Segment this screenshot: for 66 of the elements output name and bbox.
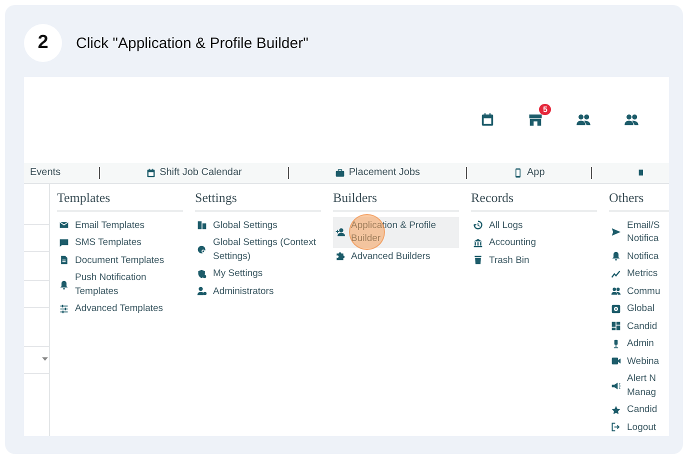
menu-item[interactable]: All Logs (471, 216, 597, 234)
menu-item[interactable]: Alert N Manag (609, 370, 669, 401)
menu-item[interactable]: Push Notification Templates (57, 269, 183, 300)
history-icon (473, 220, 483, 230)
bell-icon (59, 280, 69, 290)
menu-item[interactable]: Accounting (471, 234, 597, 252)
shield-icon (197, 268, 207, 279)
calendar-icon (146, 168, 156, 178)
menu-item[interactable]: Application & Profile Builder (333, 216, 459, 248)
store-icon[interactable] (528, 112, 542, 128)
logout-icon (611, 422, 621, 432)
video-icon (611, 356, 621, 366)
add-user-icon (335, 227, 345, 237)
nav-link[interactable]: Events (24, 167, 99, 178)
menu-item[interactable]: Advanced Templates (57, 300, 183, 318)
column-heading: Others (609, 190, 669, 212)
sliders-icon (59, 304, 69, 314)
menu-item[interactable]: Admin (609, 335, 669, 352)
menu-item[interactable]: Global (609, 300, 669, 318)
chart-icon (611, 268, 621, 279)
step-number: 2 (24, 24, 62, 62)
menu-item[interactable]: SMS Templates (57, 234, 183, 252)
send-icon (611, 227, 621, 237)
calendar-icon[interactable] (480, 112, 494, 128)
menu-item[interactable]: Email/S Notifica (609, 216, 669, 248)
menu-item[interactable]: Document Templates (57, 252, 183, 269)
notification-badge: 5 (539, 104, 552, 116)
briefcase-icon (334, 168, 345, 178)
mail-icon (59, 220, 69, 230)
document-icon (59, 255, 69, 266)
dashboard-icon (611, 321, 621, 332)
column-heading: Templates (57, 190, 183, 212)
trash-icon (473, 255, 483, 266)
menu-item[interactable]: Global Settings (Context Settings) (195, 234, 321, 265)
bell-icon (611, 251, 621, 262)
menu-item[interactable]: Candid (609, 318, 669, 335)
people-icon (611, 286, 621, 296)
building-icon (197, 220, 207, 230)
menu-item[interactable]: Global Settings (195, 216, 321, 234)
phone-icon (513, 168, 524, 178)
puzzle-icon (335, 251, 345, 262)
step-instruction: Click "Application & Profile Builder" (76, 34, 308, 52)
star-icon (611, 404, 621, 415)
nav-link[interactable]: Shift Job Calendar (100, 167, 288, 178)
menu-item[interactable]: Advanced Builders (333, 248, 459, 265)
menu-item[interactable]: Webina (609, 352, 669, 370)
menu-item[interactable]: Metrics (609, 265, 669, 282)
column-heading: Records (471, 190, 597, 212)
menu-item[interactable]: Trash Bin (471, 252, 597, 269)
column-heading: Settings (195, 190, 321, 212)
column-heading: Builders (333, 190, 459, 212)
menu-item[interactable]: Logout (609, 418, 669, 436)
menu-item[interactable]: Email Templates (57, 216, 183, 234)
nav-link[interactable]: App (467, 167, 591, 178)
menu-item[interactable]: Candid (609, 401, 669, 418)
user-gear-icon (197, 286, 207, 296)
menu-item[interactable]: Notifica (609, 248, 669, 265)
people-icon[interactable] (624, 112, 638, 128)
menu-item[interactable]: Administrators (195, 282, 321, 300)
menu-item[interactable]: Commu (609, 282, 669, 300)
people-icon[interactable] (576, 112, 590, 128)
menu-item[interactable]: My Settings (195, 265, 321, 282)
bank-icon (473, 238, 483, 248)
megaphone-icon (611, 380, 621, 390)
nav-link[interactable]: Placement Jobs (288, 167, 466, 178)
caret-icon (42, 356, 48, 360)
